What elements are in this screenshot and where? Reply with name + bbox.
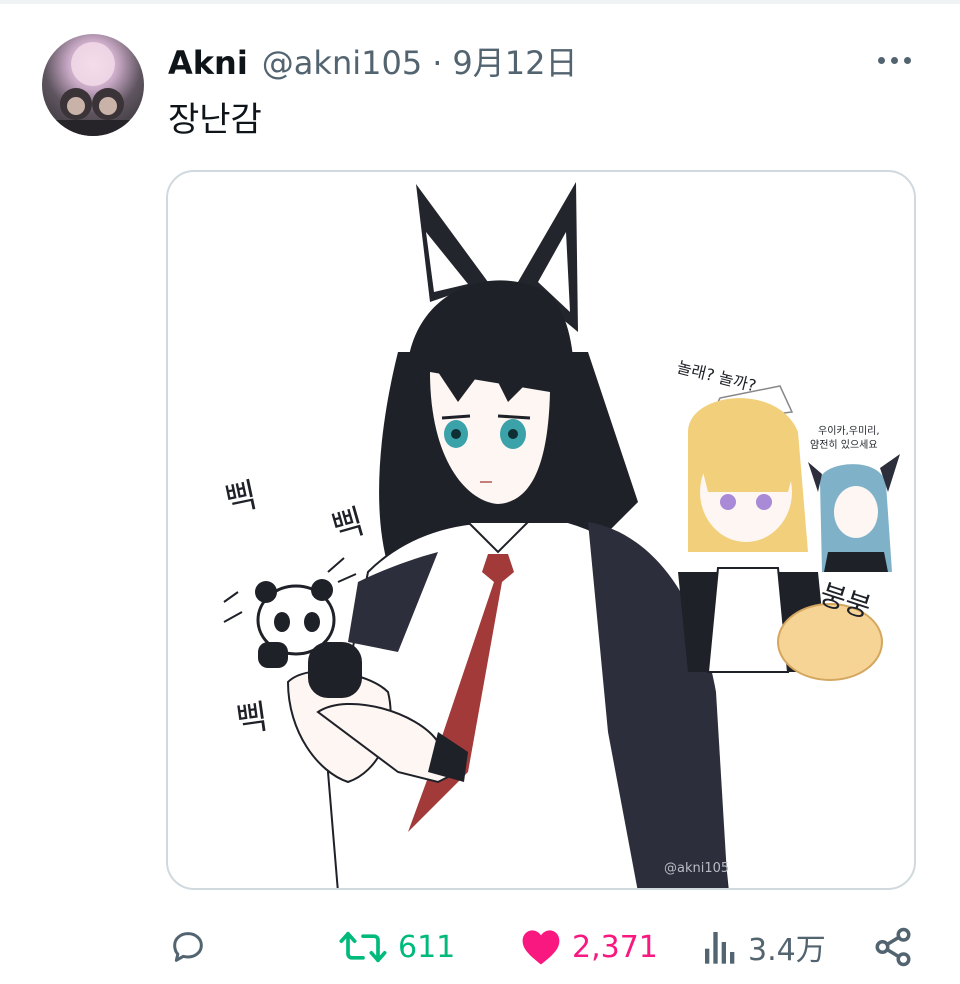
sfx-text-2: 삑 xyxy=(327,502,368,549)
retweet-count: 611 xyxy=(398,929,456,965)
tweet-text: 장난감 xyxy=(168,100,262,140)
tweet-media-image[interactable]: 삑 삑 삑 놀래? 놀까? 우이카,우미리, 얌전히 있으세요 붕붕 @akni… xyxy=(166,170,916,890)
share-button[interactable] xyxy=(872,922,914,972)
reply-icon xyxy=(173,932,203,962)
heart-icon xyxy=(522,930,560,965)
sfx-text-1: 삑 xyxy=(222,475,261,521)
side-text-line1: 우이카,우미리, xyxy=(818,425,880,437)
tweet-date[interactable]: 9月12日 xyxy=(452,38,577,84)
more-icon[interactable] xyxy=(872,44,916,76)
reply-button[interactable] xyxy=(168,922,218,972)
side-text-line2: 얌전히 있으세요 xyxy=(810,439,878,451)
views-count: 3.4万 xyxy=(748,933,826,968)
views-icon xyxy=(705,932,735,964)
separator-dot: · xyxy=(432,44,443,82)
tweet-header: Akni @akni105 · 9月12日 xyxy=(168,38,577,84)
user-handle[interactable]: @akni105 xyxy=(262,44,422,82)
avatar-image xyxy=(56,42,130,136)
avatar[interactable] xyxy=(42,34,144,136)
illustration: 삑 삑 삑 놀래? 놀까? 우이카,우미리, 얌전히 있으세요 붕붕 @akni… xyxy=(222,182,900,888)
sfx-text-3: 삑 xyxy=(234,697,271,741)
top-divider xyxy=(0,0,960,4)
blue-hair-character xyxy=(808,454,900,572)
retweet-icon xyxy=(339,931,387,963)
speech-text: 놀래? 놀까? xyxy=(675,357,758,395)
retweet-button[interactable]: 611 xyxy=(338,922,455,972)
image-watermark: @akni105 xyxy=(664,861,729,876)
like-button[interactable]: 2,371 xyxy=(520,922,658,972)
views-button[interactable]: 3.4万 xyxy=(702,922,826,972)
share-icon xyxy=(875,927,911,967)
display-name[interactable]: Akni xyxy=(168,44,248,82)
like-count: 2,371 xyxy=(572,929,658,965)
